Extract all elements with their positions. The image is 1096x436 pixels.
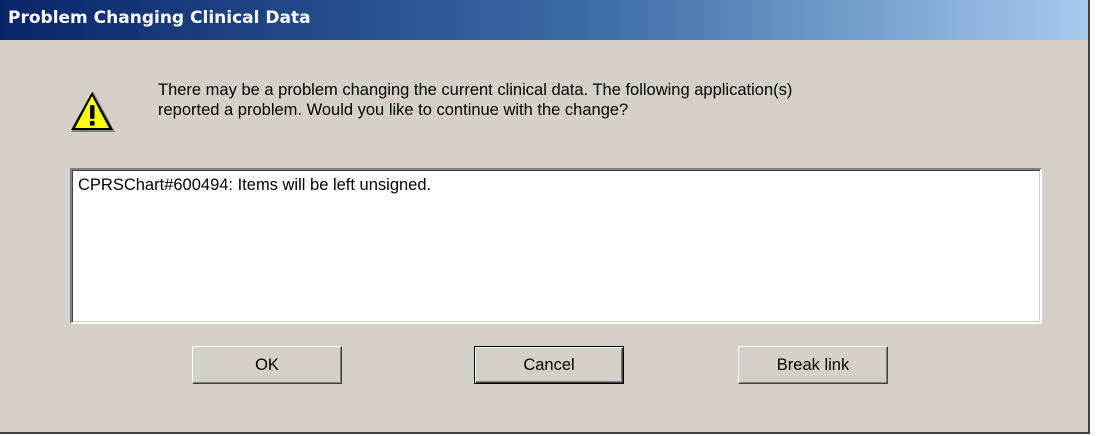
- message-line: There may be a problem changing the curr…: [158, 81, 793, 99]
- message-line: reported a problem. Would you like to co…: [158, 101, 629, 119]
- ok-button[interactable]: OK: [192, 346, 342, 384]
- list-item[interactable]: CPRSChart#600494: Items will be left uns…: [78, 176, 431, 195]
- title-bar[interactable]: Problem Changing Clinical Data: [0, 0, 1088, 40]
- cancel-button[interactable]: Cancel: [474, 346, 624, 384]
- break-link-button[interactable]: Break link: [738, 346, 888, 384]
- dialog-title: Problem Changing Clinical Data: [8, 8, 311, 28]
- problem-list[interactable]: CPRSChart#600494: Items will be left uns…: [70, 168, 1042, 324]
- problem-dialog: Problem Changing Clinical Data There may…: [0, 0, 1090, 434]
- warning-icon: [71, 91, 115, 132]
- message-text: There may be a problem changing the curr…: [158, 80, 1018, 120]
